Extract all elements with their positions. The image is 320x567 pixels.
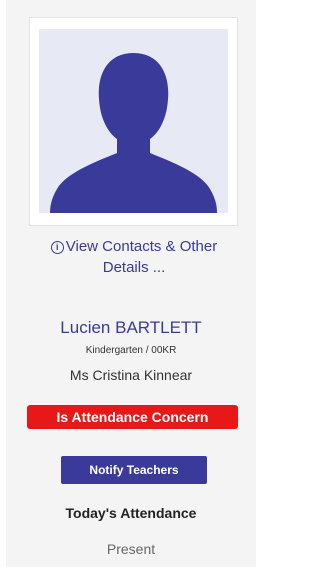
attendance-status: Present xyxy=(106,541,156,557)
student-name: Lucien BARTLETT xyxy=(60,318,202,337)
student-card: i View Contacts & Other Details ... Lucie… xyxy=(6,0,256,567)
info-circle-icon: i xyxy=(50,241,64,254)
person-silhouette-icon xyxy=(39,29,228,213)
student-photo xyxy=(29,17,238,226)
todays-attendance-heading: Today's Attendance xyxy=(65,505,197,521)
student-teacher: Ms Cristina Kinnear xyxy=(69,367,193,383)
student-class: Kindergarten / 00KR xyxy=(85,345,177,356)
attendance-concern-badge: Is Attendance Concern xyxy=(27,405,238,429)
view-contacts-label[interactable]: View Contacts & Other Details ... xyxy=(66,238,217,276)
notify-teachers-button[interactable]: Notify Teachers xyxy=(61,456,207,484)
view-contacts-link[interactable]: i View Contacts & Other Details ... xyxy=(36,236,232,278)
